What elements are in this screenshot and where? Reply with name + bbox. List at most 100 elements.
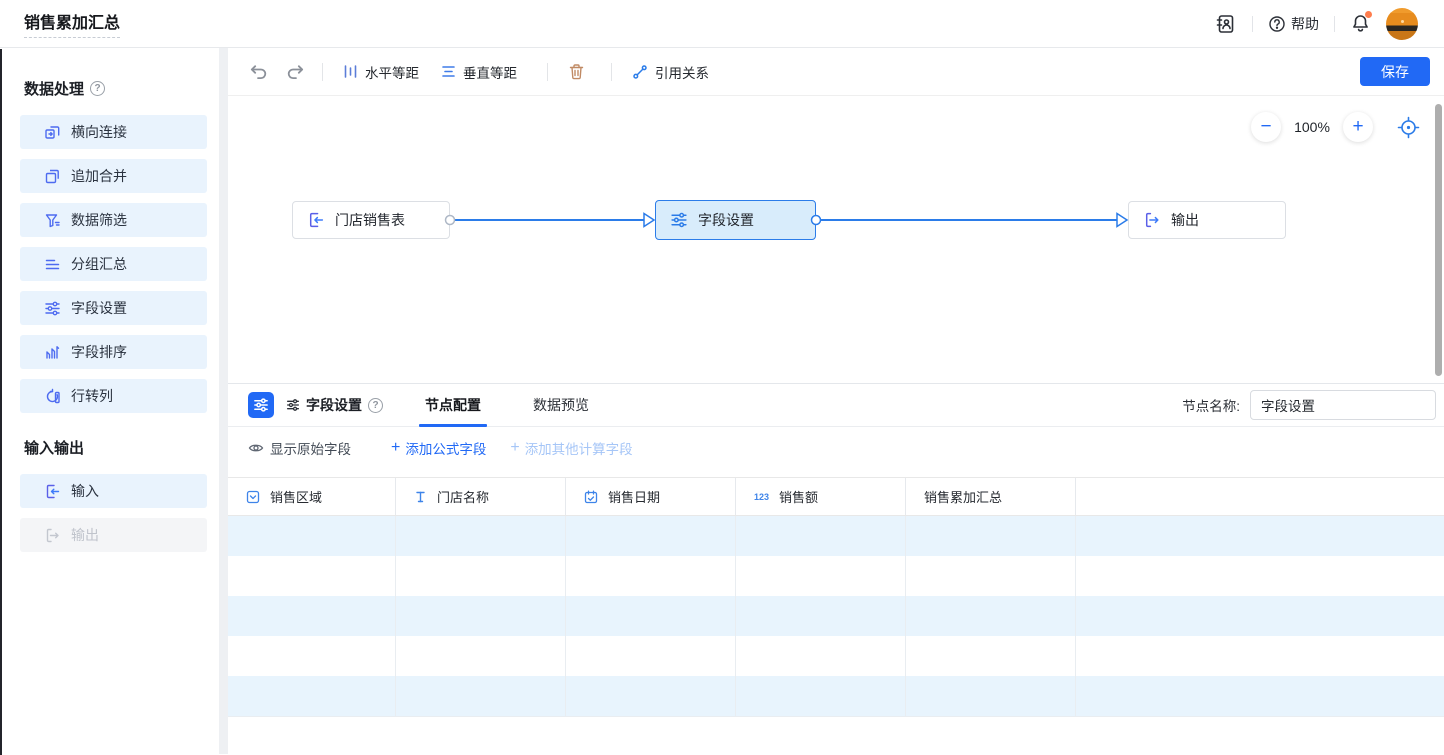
table-cell xyxy=(906,556,1076,596)
node-name-input[interactable] xyxy=(1250,390,1436,420)
sidebar-item-label: 追加合并 xyxy=(71,166,127,186)
vertical-spacing-icon xyxy=(441,64,456,79)
help-button[interactable]: 帮助 xyxy=(1268,14,1319,34)
address-book-icon xyxy=(1215,13,1237,35)
edge-arrowhead xyxy=(1117,214,1127,227)
section-title-input-output: 输入输出 xyxy=(24,437,84,458)
tab-data-preview[interactable]: 数据预览 xyxy=(527,384,595,427)
field-settings-icon xyxy=(44,300,61,317)
data-processing-help-icon[interactable]: ? xyxy=(90,81,105,96)
flow-canvas[interactable]: 门店销售表 字段设置 xyxy=(228,96,1444,383)
sidebar-item-row-to-column[interactable]: 行转列 xyxy=(20,379,207,413)
plus-icon: + xyxy=(391,439,400,457)
sidebar-item-label: 分组汇总 xyxy=(71,254,127,274)
reference-relation-label: 引用关系 xyxy=(655,62,709,82)
column-label: 销售日期 xyxy=(608,487,660,506)
horizontal-join-icon xyxy=(44,124,61,141)
column-header-store-name: 门店名称 xyxy=(396,478,566,515)
save-button[interactable]: 保存 xyxy=(1360,57,1430,86)
sidebar-item-input[interactable]: 输入 xyxy=(20,474,207,508)
page-title[interactable]: 销售累加汇总 xyxy=(24,9,120,38)
sidebar-item-label: 输入 xyxy=(71,481,99,501)
fit-view-button[interactable] xyxy=(1397,116,1420,139)
vertical-spacing-button[interactable]: 垂直等距 xyxy=(441,62,517,82)
sidebar-item-append-merge[interactable]: 追加合并 xyxy=(20,159,207,193)
table-cell xyxy=(228,596,396,636)
toolbar-divider xyxy=(547,63,548,81)
node-store-sales-table[interactable]: 门店销售表 xyxy=(292,201,450,239)
show-original-fields-button[interactable]: 显示原始字段 xyxy=(248,438,351,458)
canvas-scrollbar-thumb[interactable] xyxy=(1435,104,1442,376)
date-field-icon xyxy=(584,490,598,504)
group-summary-icon xyxy=(44,256,61,273)
zoom-out-button[interactable]: − xyxy=(1251,112,1281,142)
node-help-icon[interactable]: ? xyxy=(368,398,383,413)
link-icon xyxy=(632,64,648,80)
notifications-button[interactable] xyxy=(1350,13,1371,34)
sidebar-item-group-summary[interactable]: 分组汇总 xyxy=(20,247,207,281)
sidebar-item-label: 横向连接 xyxy=(71,122,127,142)
redo-icon xyxy=(286,63,306,80)
input-icon xyxy=(307,211,325,229)
tab-node-config[interactable]: 节点配置 xyxy=(419,384,487,427)
help-label: 帮助 xyxy=(1291,14,1319,34)
column-header-sales-cumulative: 销售累加汇总 xyxy=(906,478,1076,515)
table-cell xyxy=(566,676,736,716)
node-label: 输出 xyxy=(1171,210,1199,230)
table-cell xyxy=(736,636,906,676)
reference-relation-button[interactable]: 引用关系 xyxy=(632,62,709,82)
filter-icon xyxy=(44,212,61,229)
edge-arrowhead xyxy=(644,214,654,227)
delete-node-button[interactable] xyxy=(568,63,585,81)
add-formula-field-button[interactable]: + 添加公式字段 xyxy=(391,438,486,458)
redo-button[interactable] xyxy=(286,63,306,80)
sidebar-item-field-sort[interactable]: 字段排序 xyxy=(20,335,207,369)
trash-icon xyxy=(568,63,585,81)
table-cell xyxy=(396,596,566,636)
table-cell xyxy=(1076,596,1444,636)
sidebar-divider xyxy=(219,48,228,754)
vertical-spacing-label: 垂直等距 xyxy=(463,62,517,82)
table-cell xyxy=(1076,516,1444,556)
sidebar-item-horizontal-join[interactable]: 横向连接 xyxy=(20,115,207,149)
avatar[interactable] xyxy=(1386,8,1418,40)
node-label: 字段设置 xyxy=(698,210,754,230)
table-cell xyxy=(736,516,906,556)
table-cell xyxy=(396,556,566,596)
toolbar-divider xyxy=(611,63,612,81)
panel-header: 字段设置 ? 节点配置 数据预览 节点名称: xyxy=(228,384,1444,427)
node-output[interactable]: 输出 xyxy=(1128,201,1286,239)
add-formula-field-label: 添加公式字段 xyxy=(405,438,486,458)
section-title-data-processing: 数据处理 xyxy=(24,78,84,99)
sidebar-item-output: 输出 xyxy=(20,518,207,552)
text-field-icon xyxy=(414,490,427,504)
sidebar-item-field-settings[interactable]: 字段设置 xyxy=(20,291,207,325)
horizontal-spacing-button[interactable]: 水平等距 xyxy=(343,62,419,82)
table-row xyxy=(228,676,1444,716)
topbar: 销售累加汇总 帮助 xyxy=(0,0,1444,48)
table-row xyxy=(228,556,1444,596)
notification-badge xyxy=(1365,11,1372,18)
table-cell xyxy=(566,516,736,556)
node-field-settings[interactable]: 字段设置 xyxy=(655,200,816,240)
horizontal-spacing-icon xyxy=(343,64,358,79)
panel-actions: 显示原始字段 + 添加公式字段 + 添加其他计算字段 xyxy=(228,427,1444,469)
horizontal-spacing-label: 水平等距 xyxy=(365,62,419,82)
table-cell xyxy=(906,516,1076,556)
sidebar-item-label: 行转列 xyxy=(71,386,113,406)
user-guide-button[interactable] xyxy=(1215,13,1237,35)
question-circle-icon xyxy=(1268,15,1286,33)
sidebar-item-data-filter[interactable]: 数据筛选 xyxy=(20,203,207,237)
table-cell xyxy=(228,516,396,556)
zoom-in-button[interactable]: + xyxy=(1343,112,1373,142)
table-cell xyxy=(566,556,736,596)
table-cell xyxy=(566,636,736,676)
node-config-panel: 字段设置 ? 节点配置 数据预览 节点名称: xyxy=(228,383,1444,754)
add-other-calc-field-label: 添加其他计算字段 xyxy=(525,438,633,458)
sidebar-item-label: 字段设置 xyxy=(71,298,127,318)
topbar-divider xyxy=(1334,16,1335,32)
undo-button[interactable] xyxy=(248,63,268,80)
row-to-column-icon xyxy=(44,388,61,405)
sidebar-item-label: 数据筛选 xyxy=(71,210,127,230)
table-cell xyxy=(396,676,566,716)
